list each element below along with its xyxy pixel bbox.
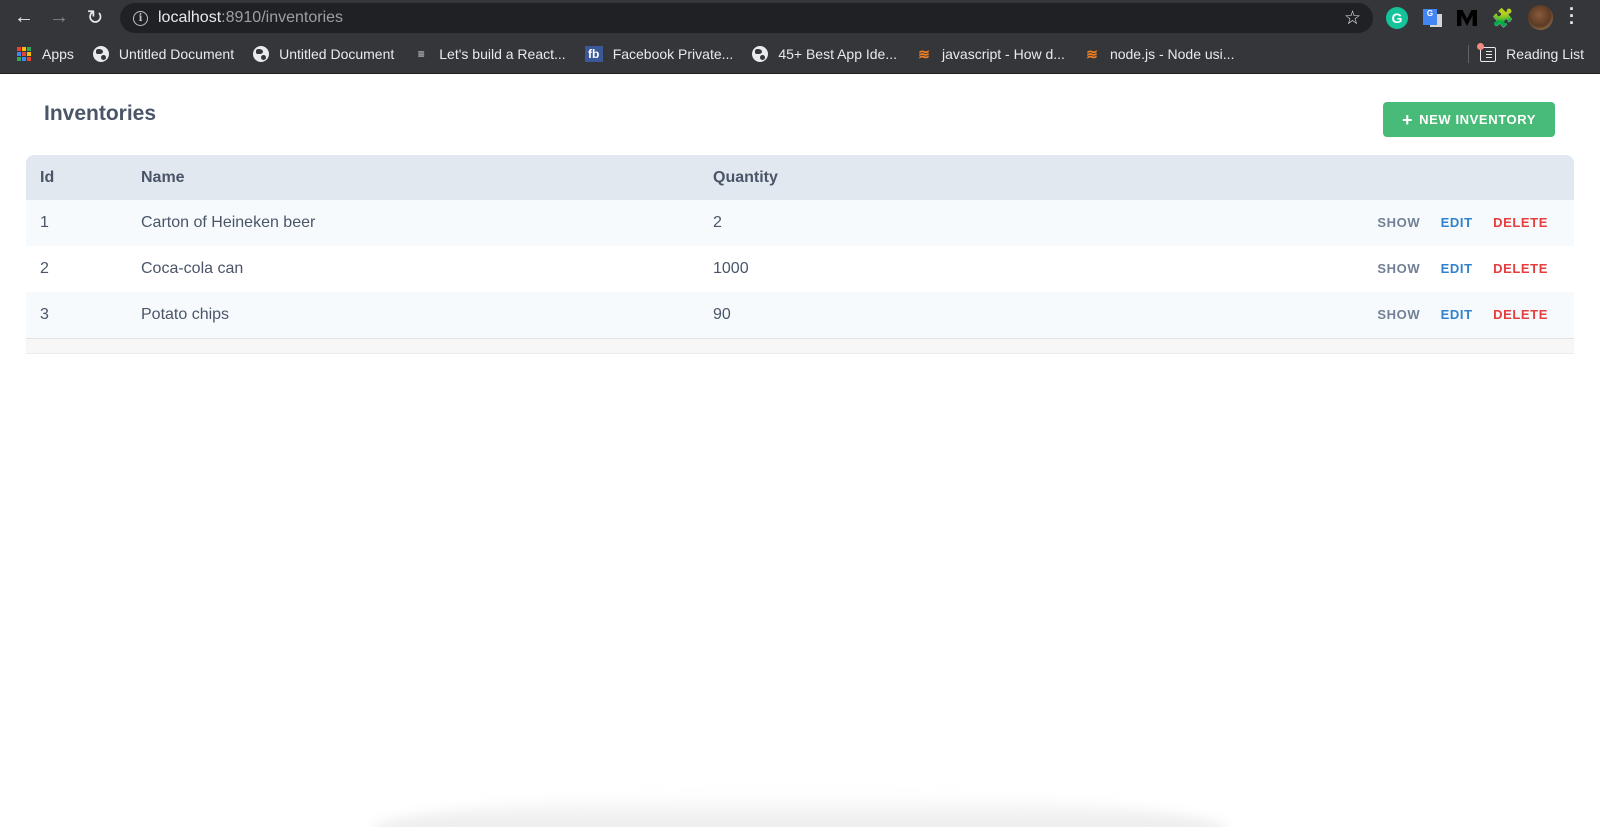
reading-list-button[interactable]: Reading List bbox=[1468, 36, 1584, 72]
cell-actions: SHOW EDIT DELETE bbox=[914, 246, 1574, 292]
profile-avatar[interactable] bbox=[1528, 5, 1553, 30]
google-translate-extension-icon[interactable]: G bbox=[1421, 7, 1443, 29]
cell-name: Potato chips bbox=[141, 306, 230, 323]
apps-grid-icon bbox=[16, 46, 32, 62]
bookmark-app-ideas[interactable]: 45+ Best App Ide... bbox=[752, 46, 897, 62]
delete-link[interactable]: DELETE bbox=[1493, 215, 1548, 230]
new-inventory-button[interactable]: + NEW INVENTORY bbox=[1383, 102, 1555, 137]
reload-icon: ↻ bbox=[86, 6, 104, 29]
bookmark-label: Let's build a React... bbox=[439, 46, 566, 62]
extensions-puzzle-icon[interactable]: 🧩 bbox=[1492, 7, 1514, 29]
show-link[interactable]: SHOW bbox=[1377, 307, 1420, 322]
cell-quantity: 2 bbox=[713, 214, 722, 231]
url-host: localhost bbox=[158, 9, 222, 26]
reload-button[interactable]: ↻ bbox=[83, 5, 107, 29]
column-header-actions bbox=[914, 155, 1574, 200]
bookmark-label: Apps bbox=[42, 46, 74, 62]
table-row: 2 Coca-cola can 1000 SHOW EDIT DELETE bbox=[26, 246, 1574, 292]
divider bbox=[1468, 45, 1470, 63]
bookmark-star-icon[interactable]: ☆ bbox=[1344, 7, 1361, 30]
plus-icon: + bbox=[1402, 109, 1414, 130]
edit-link[interactable]: EDIT bbox=[1441, 307, 1473, 322]
bookmark-facebook[interactable]: fb Facebook Private... bbox=[584, 46, 734, 62]
edit-link[interactable]: EDIT bbox=[1441, 215, 1473, 230]
show-link[interactable]: SHOW bbox=[1377, 261, 1420, 276]
delete-link[interactable]: DELETE bbox=[1493, 261, 1548, 276]
medium-extension-icon[interactable] bbox=[1456, 7, 1478, 29]
cell-actions: SHOW EDIT DELETE bbox=[914, 200, 1574, 246]
page-title: Inventories bbox=[44, 102, 157, 125]
globe-icon bbox=[253, 46, 270, 62]
arrow-right-icon: → bbox=[49, 5, 69, 28]
table-row: 1 Carton of Heineken beer 2 SHOW EDIT DE… bbox=[26, 200, 1574, 246]
info-icon[interactable]: i bbox=[133, 10, 148, 26]
cell-id: 2 bbox=[40, 260, 49, 277]
bookmark-label: Facebook Private... bbox=[612, 46, 734, 62]
reading-list-label: Reading List bbox=[1506, 46, 1584, 62]
table-header-row: Id Name Quantity bbox=[26, 155, 1574, 200]
browser-chrome: ← → ↻ i localhost:8910/inventories ☆ G G… bbox=[0, 0, 1600, 74]
cell-id: 1 bbox=[40, 214, 49, 231]
bookmark-label: Untitled Document bbox=[279, 46, 395, 62]
table-row: 3 Potato chips 90 SHOW EDIT DELETE bbox=[26, 292, 1574, 338]
bookmark-untitled-document-2[interactable]: Untitled Document bbox=[253, 46, 394, 62]
bookmark-label: 45+ Best App Ide... bbox=[778, 46, 898, 62]
bookmarks-bar: Apps Untitled Document Untitled Document… bbox=[0, 36, 1600, 72]
cell-id: 3 bbox=[40, 306, 49, 323]
inventories-table: Id Name Quantity 1 Carton of Heineken be… bbox=[26, 155, 1574, 354]
bookmark-label: Untitled Document bbox=[118, 46, 235, 62]
column-header-name: Name bbox=[141, 168, 185, 186]
cell-actions: SHOW EDIT DELETE bbox=[914, 292, 1574, 338]
url-path: :8910/inventories bbox=[221, 9, 344, 26]
column-header-quantity: Quantity bbox=[713, 168, 778, 186]
bookmark-apps[interactable]: Apps bbox=[16, 46, 74, 62]
edit-link[interactable]: EDIT bbox=[1441, 261, 1473, 276]
cell-name: Coca-cola can bbox=[141, 260, 244, 277]
table-footer bbox=[26, 338, 1574, 354]
url-text[interactable]: localhost:8910/inventories bbox=[158, 9, 343, 27]
grammarly-extension-icon[interactable]: G bbox=[1386, 7, 1408, 29]
cell-name: Carton of Heineken beer bbox=[141, 214, 316, 231]
back-button[interactable]: ← bbox=[12, 5, 36, 29]
browser-toolbar: ← → ↻ i localhost:8910/inventories ☆ G G… bbox=[0, 0, 1600, 36]
list-icon: ≡ bbox=[417, 47, 425, 61]
bookmark-label: node.js - Node usi... bbox=[1109, 46, 1235, 62]
new-inventory-label: NEW INVENTORY bbox=[1419, 112, 1536, 127]
bottom-shadow bbox=[370, 793, 1230, 827]
grammarly-glyph: G bbox=[1391, 10, 1403, 26]
translate-glyph: G bbox=[1423, 9, 1437, 25]
bookmark-react[interactable]: ≡ Let's build a React... bbox=[413, 46, 566, 62]
show-link[interactable]: SHOW bbox=[1377, 215, 1420, 230]
bookmark-javascript[interactable]: ≋ javascript - How d... bbox=[916, 45, 1065, 63]
bookmark-untitled-document-1[interactable]: Untitled Document bbox=[92, 46, 235, 62]
delete-link[interactable]: DELETE bbox=[1493, 307, 1548, 322]
browser-menu-icon[interactable]: · · · bbox=[1568, 0, 1576, 32]
reading-list-icon bbox=[1477, 42, 1497, 62]
cell-quantity: 1000 bbox=[713, 260, 749, 277]
address-bar[interactable]: i localhost:8910/inventories ☆ bbox=[120, 3, 1373, 33]
globe-icon bbox=[752, 46, 769, 62]
globe-icon bbox=[92, 46, 109, 62]
bookmark-label: javascript - How d... bbox=[942, 46, 1065, 62]
column-header-id: Id bbox=[40, 168, 55, 186]
forward-button[interactable]: → bbox=[47, 5, 71, 29]
facebook-icon: fb bbox=[584, 46, 603, 62]
page-content: Inventories + NEW INVENTORY Id Name Quan… bbox=[0, 74, 1600, 827]
stackoverflow-icon: ≋ bbox=[918, 45, 930, 62]
stackoverflow-icon: ≋ bbox=[1086, 45, 1098, 62]
cell-quantity: 90 bbox=[713, 306, 731, 323]
arrow-left-icon: ← bbox=[14, 5, 34, 28]
bookmark-nodejs[interactable]: ≋ node.js - Node usi... bbox=[1084, 45, 1235, 63]
